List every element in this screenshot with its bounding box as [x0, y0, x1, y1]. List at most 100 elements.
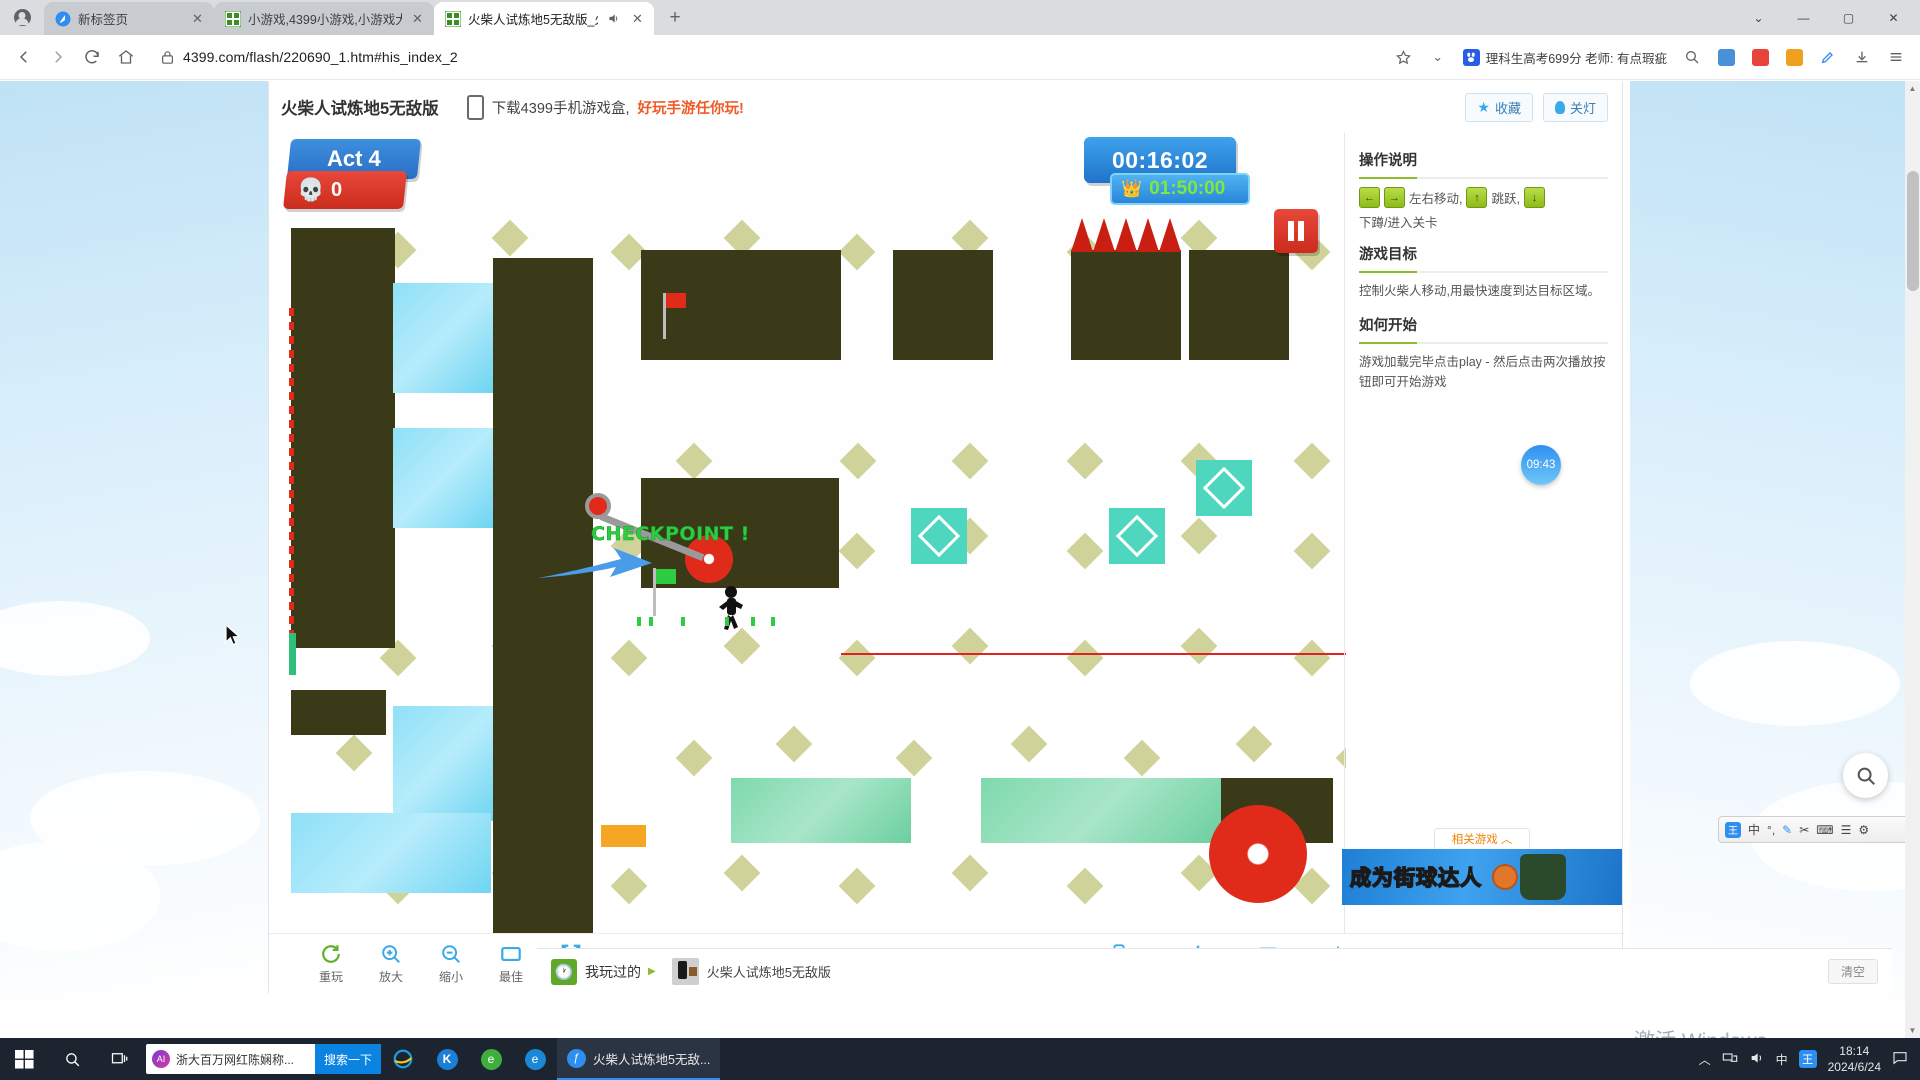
arrow-left-key-icon: ← — [1359, 187, 1380, 208]
edit-pen-icon[interactable] — [1812, 41, 1844, 73]
address-bar[interactable]: 4399.com/flash/220690_1.htm#his_index_2 — [150, 42, 1220, 72]
related-games-tab[interactable]: 相关游戏 ︿ — [1434, 828, 1530, 849]
tab-title: 火柴人试炼地5无敌版_火柴 — [468, 13, 598, 27]
taskbar-app-kugou[interactable]: K — [425, 1038, 469, 1080]
tray-expand-icon[interactable]: ︿ — [1699, 1051, 1711, 1068]
extension-icon-1[interactable] — [1710, 41, 1742, 73]
tab-close-icon[interactable]: ✕ — [189, 10, 206, 27]
bookmark-item[interactable]: 理科生高考699分 老师: 有点瑕疵 — [1456, 43, 1674, 71]
ime-pen-icon[interactable]: ✎ — [1782, 823, 1792, 837]
windows-logo-icon — [14, 1049, 34, 1069]
ime-punctuation-icon[interactable]: °, — [1767, 823, 1775, 837]
start-button[interactable] — [0, 1038, 48, 1080]
game-stage[interactable]: CHECKPOINT ! Act 4 💀 0 00:16:02 👑 01:50:… — [281, 133, 1346, 933]
network-icon[interactable] — [1722, 1050, 1738, 1069]
page-background-right — [1630, 81, 1920, 1001]
home-icon[interactable] — [110, 41, 142, 73]
browser-tab-2[interactable]: 火柴人试炼地5无敌版_火柴 ✕ — [434, 2, 654, 35]
zoom-out-icon — [442, 944, 460, 963]
taskbar-search-go-button[interactable]: 搜索一下 — [314, 1044, 381, 1074]
watermark-title: 激活 Windows — [1634, 1025, 1797, 1038]
browser-tab-0[interactable]: 新标签页 ✕ — [44, 2, 214, 35]
controls-text-3: 下蹲/进入关卡 — [1359, 216, 1438, 230]
download-promo[interactable]: 下载4399手机游戏盒, 好玩手游任你玩! — [466, 94, 744, 120]
downloads-icon[interactable] — [1846, 41, 1878, 73]
browser-tab-1[interactable]: 小游戏,4399小游戏,小游戏大全 ✕ — [214, 2, 434, 35]
ime-menu-icon[interactable]: ☰ — [1841, 823, 1852, 837]
best-fit-label: 最佳 — [498, 969, 523, 984]
edge-icon: e — [524, 1048, 546, 1070]
task-view-button[interactable] — [96, 1038, 144, 1080]
favorite-button[interactable]: ★ 收藏 — [1465, 92, 1533, 122]
tab-audio-icon[interactable] — [605, 10, 622, 27]
task-view-icon — [111, 1053, 128, 1064]
play-history-bar: 🕐 我玩过的 ▶ 火柴人试炼地5无敌版 清空 — [537, 948, 1892, 994]
ime-toolbar[interactable]: 王 中 °, ✎ ✂ ⌨ ☰ ⚙ — [1718, 816, 1912, 843]
taskbar-app-browser-360[interactable]: e — [469, 1038, 513, 1080]
ime-scissors-icon[interactable]: ✂ — [1799, 823, 1809, 837]
page-scrollbar[interactable]: ▲ ▼ — [1905, 81, 1920, 1038]
scroll-up-icon[interactable]: ▲ — [1905, 81, 1920, 96]
pause-button[interactable] — [1274, 209, 1318, 253]
floating-timer-widget[interactable]: 09:43 — [1521, 445, 1561, 485]
ime-keyboard-icon[interactable]: ⌨ — [1816, 823, 1833, 837]
taskbar-active-app-label: 火柴人试炼地5无敌... — [593, 1052, 711, 1067]
internet-explorer-icon — [393, 1049, 413, 1069]
clock-icon: 🕐 — [551, 958, 577, 985]
history-game-name[interactable]: 火柴人试炼地5无敌版 — [707, 962, 831, 981]
extension-icon-3[interactable] — [1778, 41, 1810, 73]
maximize-button[interactable]: ▢ — [1826, 1, 1871, 34]
taskbar-app-edge[interactable]: e — [513, 1038, 557, 1080]
replay-button[interactable]: 重玩 — [301, 943, 361, 985]
kugou-icon: K — [436, 1048, 458, 1070]
back-icon[interactable] — [8, 41, 40, 73]
taskbar-app-active-game[interactable]: ƒ 火柴人试炼地5无敌... — [557, 1038, 721, 1080]
chevron-down-icon[interactable]: ⌄ — [1422, 41, 1454, 73]
profile-button[interactable] — [0, 0, 44, 35]
taskbar-app-ie[interactable] — [381, 1038, 425, 1080]
clear-history-button[interactable]: 清空 — [1827, 959, 1878, 984]
new-tab-button[interactable]: + — [660, 3, 690, 33]
deaths-count: 0 — [331, 178, 343, 201]
tray-ime-indicator[interactable]: 中 — [1776, 1051, 1788, 1068]
ime-settings-icon[interactable]: ⚙ — [1858, 823, 1869, 837]
lights-off-button[interactable]: 关灯 — [1542, 92, 1608, 122]
floating-search-button[interactable] — [1843, 753, 1888, 798]
ad-banner[interactable]: 成为街球达人 — [1342, 849, 1622, 905]
bookmark-star-icon[interactable] — [1388, 41, 1420, 73]
ime-mode-icon[interactable]: 中 — [1748, 821, 1760, 838]
browser-menu-icon[interactable] — [1880, 41, 1912, 73]
history-game-thumbnail[interactable] — [671, 958, 699, 985]
tab-search-icon[interactable]: ⌄ — [1736, 1, 1781, 34]
chevron-right-icon[interactable]: ▶ — [648, 966, 656, 977]
taskbar-search-box[interactable]: AI 浙大百万网红陈娴称... 搜索一下 — [146, 1044, 381, 1074]
reload-icon[interactable] — [76, 41, 108, 73]
scrollbar-thumb[interactable] — [1907, 171, 1919, 291]
tab-title: 新标签页 — [78, 13, 129, 27]
tray-ime-logo-icon[interactable]: 王 — [1798, 1050, 1817, 1068]
controls-text-1: 左右移动, — [1409, 192, 1463, 206]
ad-player-figure — [1520, 854, 1566, 900]
tab-close-icon[interactable]: ✕ — [409, 10, 426, 27]
taskbar-search-icon[interactable] — [48, 1038, 96, 1080]
cloud-decoration — [0, 601, 150, 676]
section-divider — [1359, 271, 1608, 273]
tab-close-icon[interactable]: ✕ — [629, 10, 646, 27]
ad-title: 成为街球达人 — [1349, 865, 1482, 891]
search-icon — [65, 1052, 79, 1066]
notifications-icon[interactable] — [1892, 1050, 1908, 1069]
close-button[interactable]: ✕ — [1871, 1, 1916, 34]
forward-icon[interactable] — [42, 41, 74, 73]
game-header: 火柴人试炼地5无敌版 下载4399手机游戏盒, 好玩手游任你玩! ★ 收藏 关灯 — [269, 81, 1622, 133]
best-fit-button[interactable]: 最佳 — [481, 943, 541, 985]
arrow-down-key-icon: ↓ — [1523, 187, 1545, 208]
search-icon — [1857, 767, 1875, 785]
minimize-button[interactable]: — — [1781, 1, 1826, 34]
zoom-out-button[interactable]: 缩小 — [421, 943, 481, 985]
zoom-in-button[interactable]: 放大 — [361, 943, 421, 985]
search-toolbar-icon[interactable] — [1676, 41, 1708, 73]
taskbar-clock[interactable]: 18:14 2024/6/24 — [1828, 1043, 1881, 1075]
volume-icon[interactable] — [1749, 1050, 1765, 1069]
extension-icon-2[interactable] — [1744, 41, 1776, 73]
scroll-down-icon[interactable]: ▼ — [1905, 1023, 1920, 1038]
